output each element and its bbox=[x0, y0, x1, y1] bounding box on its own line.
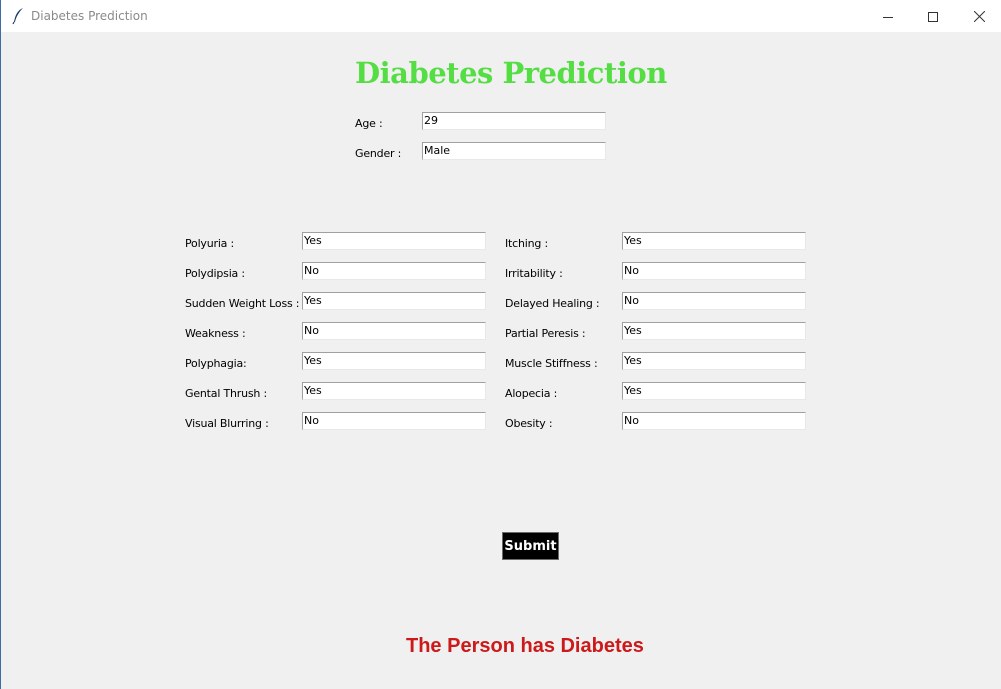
maximize-icon bbox=[928, 7, 938, 26]
delayed-healing-input[interactable]: No bbox=[622, 292, 806, 310]
itching-label: Itching : bbox=[505, 237, 548, 250]
age-label: Age : bbox=[355, 117, 383, 130]
close-icon bbox=[973, 7, 985, 26]
visual-blurring-label: Visual Blurring : bbox=[185, 417, 269, 430]
sudden-weight-loss-label: Sudden Weight Loss : bbox=[185, 297, 300, 310]
minimize-icon bbox=[883, 7, 893, 26]
submit-button[interactable]: Submit bbox=[502, 532, 559, 560]
gental-thrush-label: Gental Thrush : bbox=[185, 387, 267, 400]
delayed-healing-label: Delayed Healing : bbox=[505, 297, 600, 310]
window-title: Diabetes Prediction bbox=[31, 9, 148, 23]
partial-peresis-input[interactable]: Yes bbox=[622, 322, 806, 340]
polyuria-label: Polyuria : bbox=[185, 237, 235, 250]
itching-input[interactable]: Yes bbox=[622, 232, 806, 250]
title-bar: Diabetes Prediction bbox=[1, 0, 1001, 32]
close-button[interactable] bbox=[956, 0, 1001, 32]
polydipsia-label: Polydipsia : bbox=[185, 267, 245, 280]
irritability-input[interactable]: No bbox=[622, 262, 806, 280]
page-title: Diabetes Prediction bbox=[355, 56, 667, 90]
weakness-input[interactable]: No bbox=[302, 322, 486, 340]
polydipsia-input[interactable]: No bbox=[302, 262, 486, 280]
app-window: Diabetes Prediction Diabetes Prediction … bbox=[0, 0, 1001, 689]
sudden-weight-loss-input[interactable]: Yes bbox=[302, 292, 486, 310]
alopecia-label: Alopecia : bbox=[505, 387, 558, 400]
partial-peresis-label: Partial Peresis : bbox=[505, 327, 586, 340]
muscle-stiffness-input[interactable]: Yes bbox=[622, 352, 806, 370]
polyphagia-label: Polyphagia: bbox=[185, 357, 247, 370]
feather-icon bbox=[11, 7, 25, 25]
muscle-stiffness-label: Muscle Stiffness : bbox=[505, 357, 598, 370]
maximize-button[interactable] bbox=[910, 0, 956, 32]
gental-thrush-input[interactable]: Yes bbox=[302, 382, 486, 400]
age-input[interactable]: 29 bbox=[422, 112, 606, 130]
polyphagia-input[interactable]: Yes bbox=[302, 352, 486, 370]
gender-label: Gender : bbox=[355, 147, 402, 160]
visual-blurring-input[interactable]: No bbox=[302, 412, 486, 430]
polyuria-input[interactable]: Yes bbox=[302, 232, 486, 250]
gender-input[interactable]: Male bbox=[422, 142, 606, 160]
alopecia-input[interactable]: Yes bbox=[622, 382, 806, 400]
obesity-label: Obesity : bbox=[505, 417, 553, 430]
minimize-button[interactable] bbox=[865, 0, 911, 32]
weakness-label: Weakness : bbox=[185, 327, 246, 340]
prediction-result: The Person has Diabetes bbox=[406, 635, 644, 657]
obesity-input[interactable]: No bbox=[622, 412, 806, 430]
irritability-label: Irritability : bbox=[505, 267, 563, 280]
